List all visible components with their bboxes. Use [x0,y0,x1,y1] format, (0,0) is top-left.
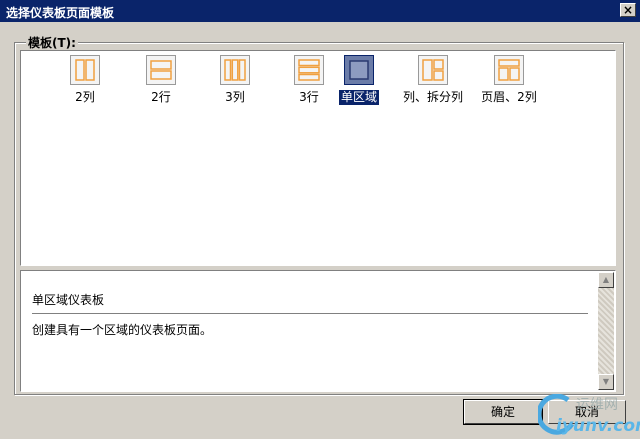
description-title: 单区域仪表板 [32,293,105,307]
description-divider [32,313,588,314]
window-title: 选择仪表板页面模板 [6,6,115,20]
template-tile-2-rows[interactable]: 2行 [121,55,201,105]
template-label: 2行 [151,90,171,104]
template-tile-single-region[interactable]: 单区域 [319,55,399,105]
two-columns-icon [70,55,100,85]
template-label: 2列 [75,90,95,104]
title-bar: 选择仪表板页面模板 × [0,0,640,22]
template-label: 3行 [299,90,319,104]
three-columns-icon [220,55,250,85]
watermark: 运维网 iyunv.com [536,392,640,439]
template-tile-3-columns[interactable]: 3列 [195,55,275,105]
single-region-icon [344,55,374,85]
template-group-label: 模板(T): [26,34,78,51]
description-panel: 单区域仪表板 创建具有一个区域的仪表板页面。 ▲ ▼ [20,270,616,392]
ok-button[interactable]: 确定 [463,399,543,425]
column-split-column-icon [418,55,448,85]
template-label: 3列 [225,90,245,104]
watermark-text-domain: iyunv.com [556,416,640,436]
template-label: 页眉、2列 [481,90,537,104]
description-scrollbar[interactable]: ▲ ▼ [598,272,614,390]
header-two-columns-icon [494,55,524,85]
two-rows-icon [146,55,176,85]
template-list[interactable]: 2列 2行 3列 3行 单区域 列、拆分列 页眉、2列 [20,50,616,266]
template-tile-header-two-columns[interactable]: 页眉、2列 [469,55,549,105]
scroll-up-icon[interactable]: ▲ [598,272,614,288]
close-button[interactable]: × [620,3,636,17]
template-label: 单区域 [338,90,379,105]
watermark-text-cn: 运维网 [576,397,618,413]
template-tile-2-columns[interactable]: 2列 [45,55,125,105]
template-tile-column-split-column[interactable]: 列、拆分列 [393,55,473,105]
template-label: 列、拆分列 [402,90,463,104]
description-text: 创建具有一个区域的仪表板页面。 [32,323,213,337]
scroll-down-icon[interactable]: ▼ [598,374,614,390]
